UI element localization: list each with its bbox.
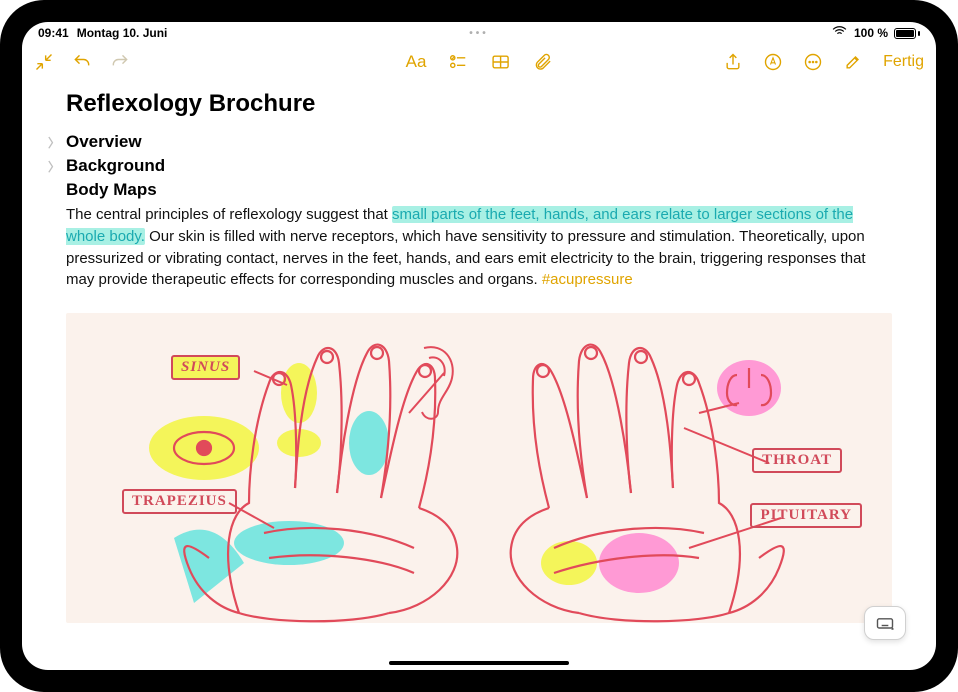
sketch-label-sinus: SINUS xyxy=(171,355,240,380)
sketch-label-trapezius: TRAPEZIUS xyxy=(122,489,237,514)
hashtag[interactable]: #acupressure xyxy=(542,271,633,288)
sketch-attachment[interactable]: SINUS TRAPEZIUS THROAT PITUITARY xyxy=(66,313,892,623)
note-paragraph[interactable]: The central principles of reflexology su… xyxy=(66,204,892,291)
sketch-label-throat: THROAT xyxy=(752,448,842,473)
home-indicator[interactable] xyxy=(389,661,569,665)
status-bar: 09:41 Montag 10. Juni ••• 100 % xyxy=(22,22,936,44)
multitask-dots[interactable]: ••• xyxy=(469,28,489,39)
attachment-icon[interactable] xyxy=(532,52,552,72)
done-button[interactable]: Fertig xyxy=(883,53,924,71)
section-background[interactable]: 〉 Background xyxy=(66,156,892,176)
toolbar: Aa xyxy=(22,44,936,80)
section-body-maps[interactable]: Body Maps xyxy=(66,180,892,200)
wifi-icon xyxy=(831,23,848,43)
body-text-pre: The central principles of reflexology su… xyxy=(66,206,392,223)
section-label: Body Maps xyxy=(66,180,157,200)
keyboard-shortcut-button[interactable] xyxy=(864,606,906,640)
table-icon[interactable] xyxy=(490,52,510,72)
chevron-right-icon[interactable]: 〉 xyxy=(48,158,60,175)
section-label: Overview xyxy=(66,132,142,152)
redo-icon xyxy=(110,52,130,72)
collapse-fullscreen-icon[interactable] xyxy=(34,52,54,72)
note-title[interactable]: Reflexology Brochure xyxy=(66,90,892,118)
format-text-icon[interactable]: Aa xyxy=(406,52,427,72)
battery-icon xyxy=(894,28,920,39)
more-icon[interactable] xyxy=(803,52,823,72)
status-time: 09:41 xyxy=(38,26,69,40)
status-date: Montag 10. Juni xyxy=(77,26,168,40)
screen: 09:41 Montag 10. Juni ••• 100 % xyxy=(22,22,936,670)
undo-icon[interactable] xyxy=(72,52,92,72)
sketch-label-pituitary: PITUITARY xyxy=(750,503,862,528)
section-overview[interactable]: 〉 Overview xyxy=(66,132,892,152)
body-text-post: Our skin is filled with nerve receptors,… xyxy=(66,228,866,289)
ipad-frame: 09:41 Montag 10. Juni ••• 100 % xyxy=(0,0,958,692)
note-editor[interactable]: Reflexology Brochure 〉 Overview 〉 Backgr… xyxy=(22,80,936,670)
compose-icon[interactable] xyxy=(843,52,863,72)
section-label: Background xyxy=(66,156,165,176)
markup-icon[interactable] xyxy=(763,52,783,72)
share-icon[interactable] xyxy=(723,52,743,72)
checklist-icon[interactable] xyxy=(448,52,468,72)
chevron-right-icon[interactable]: 〉 xyxy=(48,134,60,151)
battery-percent: 100 % xyxy=(854,26,888,40)
